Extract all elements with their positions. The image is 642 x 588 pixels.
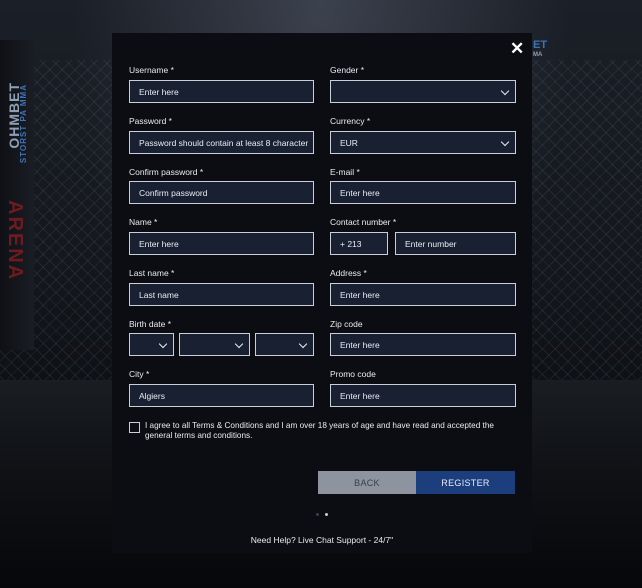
- currency-label: Currency *: [330, 116, 371, 126]
- step-indicator-dot-active: [325, 513, 328, 516]
- password-input[interactable]: Password should contain at least 8 chara…: [129, 131, 314, 154]
- birth-year-select[interactable]: [255, 333, 314, 356]
- country-code-input[interactable]: + 213: [330, 232, 388, 255]
- chevron-down-icon: [500, 137, 510, 147]
- username-input[interactable]: Enter here: [129, 80, 314, 103]
- email-input[interactable]: Enter here: [330, 181, 516, 204]
- promo-code-input[interactable]: Enter here: [330, 384, 516, 407]
- background-brand-right-sub: MA: [533, 52, 543, 58]
- last-name-input[interactable]: Last name: [129, 283, 314, 306]
- cage-fence-right: [532, 60, 642, 390]
- currency-select[interactable]: EUR: [330, 131, 516, 154]
- city-input[interactable]: Algiers: [129, 384, 314, 407]
- address-label: Address *: [330, 268, 367, 278]
- registration-modal: ✕ Username * Enter here Gender * Passwor…: [112, 33, 532, 553]
- background-brand-tagline: STORST PA MMA: [19, 84, 28, 164]
- confirm-password-label: Confirm password *: [129, 167, 204, 177]
- chevron-down-icon: [158, 339, 168, 349]
- help-text[interactable]: Need Help? Live Chat Support - 24/7": [112, 535, 532, 545]
- terms-checkbox[interactable]: [129, 422, 140, 433]
- address-input[interactable]: Enter here: [330, 283, 516, 306]
- last-name-label: Last name *: [129, 268, 175, 278]
- zip-code-input[interactable]: Enter here: [330, 333, 516, 356]
- chevron-down-icon: [298, 339, 308, 349]
- promo-code-label: Promo code: [330, 369, 376, 379]
- birth-day-select[interactable]: [129, 333, 174, 356]
- chevron-down-icon: [234, 339, 244, 349]
- name-input[interactable]: Enter here: [129, 232, 314, 255]
- email-label: E-mail *: [330, 167, 360, 177]
- background-brand-right-top: ET: [533, 39, 548, 51]
- username-label: Username *: [129, 65, 174, 75]
- password-label: Password *: [129, 116, 172, 126]
- zip-code-label: Zip code: [330, 319, 363, 329]
- back-button[interactable]: BACK: [318, 471, 416, 494]
- name-label: Name *: [129, 217, 158, 227]
- birth-date-label: Birth date *: [129, 319, 172, 329]
- birth-month-select[interactable]: [179, 333, 250, 356]
- terms-text: I agree to all Terms & Conditions and I …: [145, 421, 494, 440]
- city-label: City *: [129, 369, 150, 379]
- confirm-password-input[interactable]: Confirm password: [129, 181, 314, 204]
- chevron-down-icon: [500, 86, 510, 96]
- background-brand-right: ET MA: [533, 40, 547, 60]
- close-icon[interactable]: ✕: [510, 40, 524, 57]
- gender-select[interactable]: [330, 80, 516, 103]
- step-indicator-dot: [316, 513, 319, 516]
- background-arena-text: ARENA: [4, 200, 26, 282]
- currency-value: EUR: [340, 137, 358, 148]
- gender-label: Gender *: [330, 65, 365, 75]
- register-button[interactable]: REGISTER: [416, 471, 515, 494]
- phone-number-input[interactable]: Enter number: [395, 232, 516, 255]
- contact-number-label: Contact number *: [330, 217, 397, 227]
